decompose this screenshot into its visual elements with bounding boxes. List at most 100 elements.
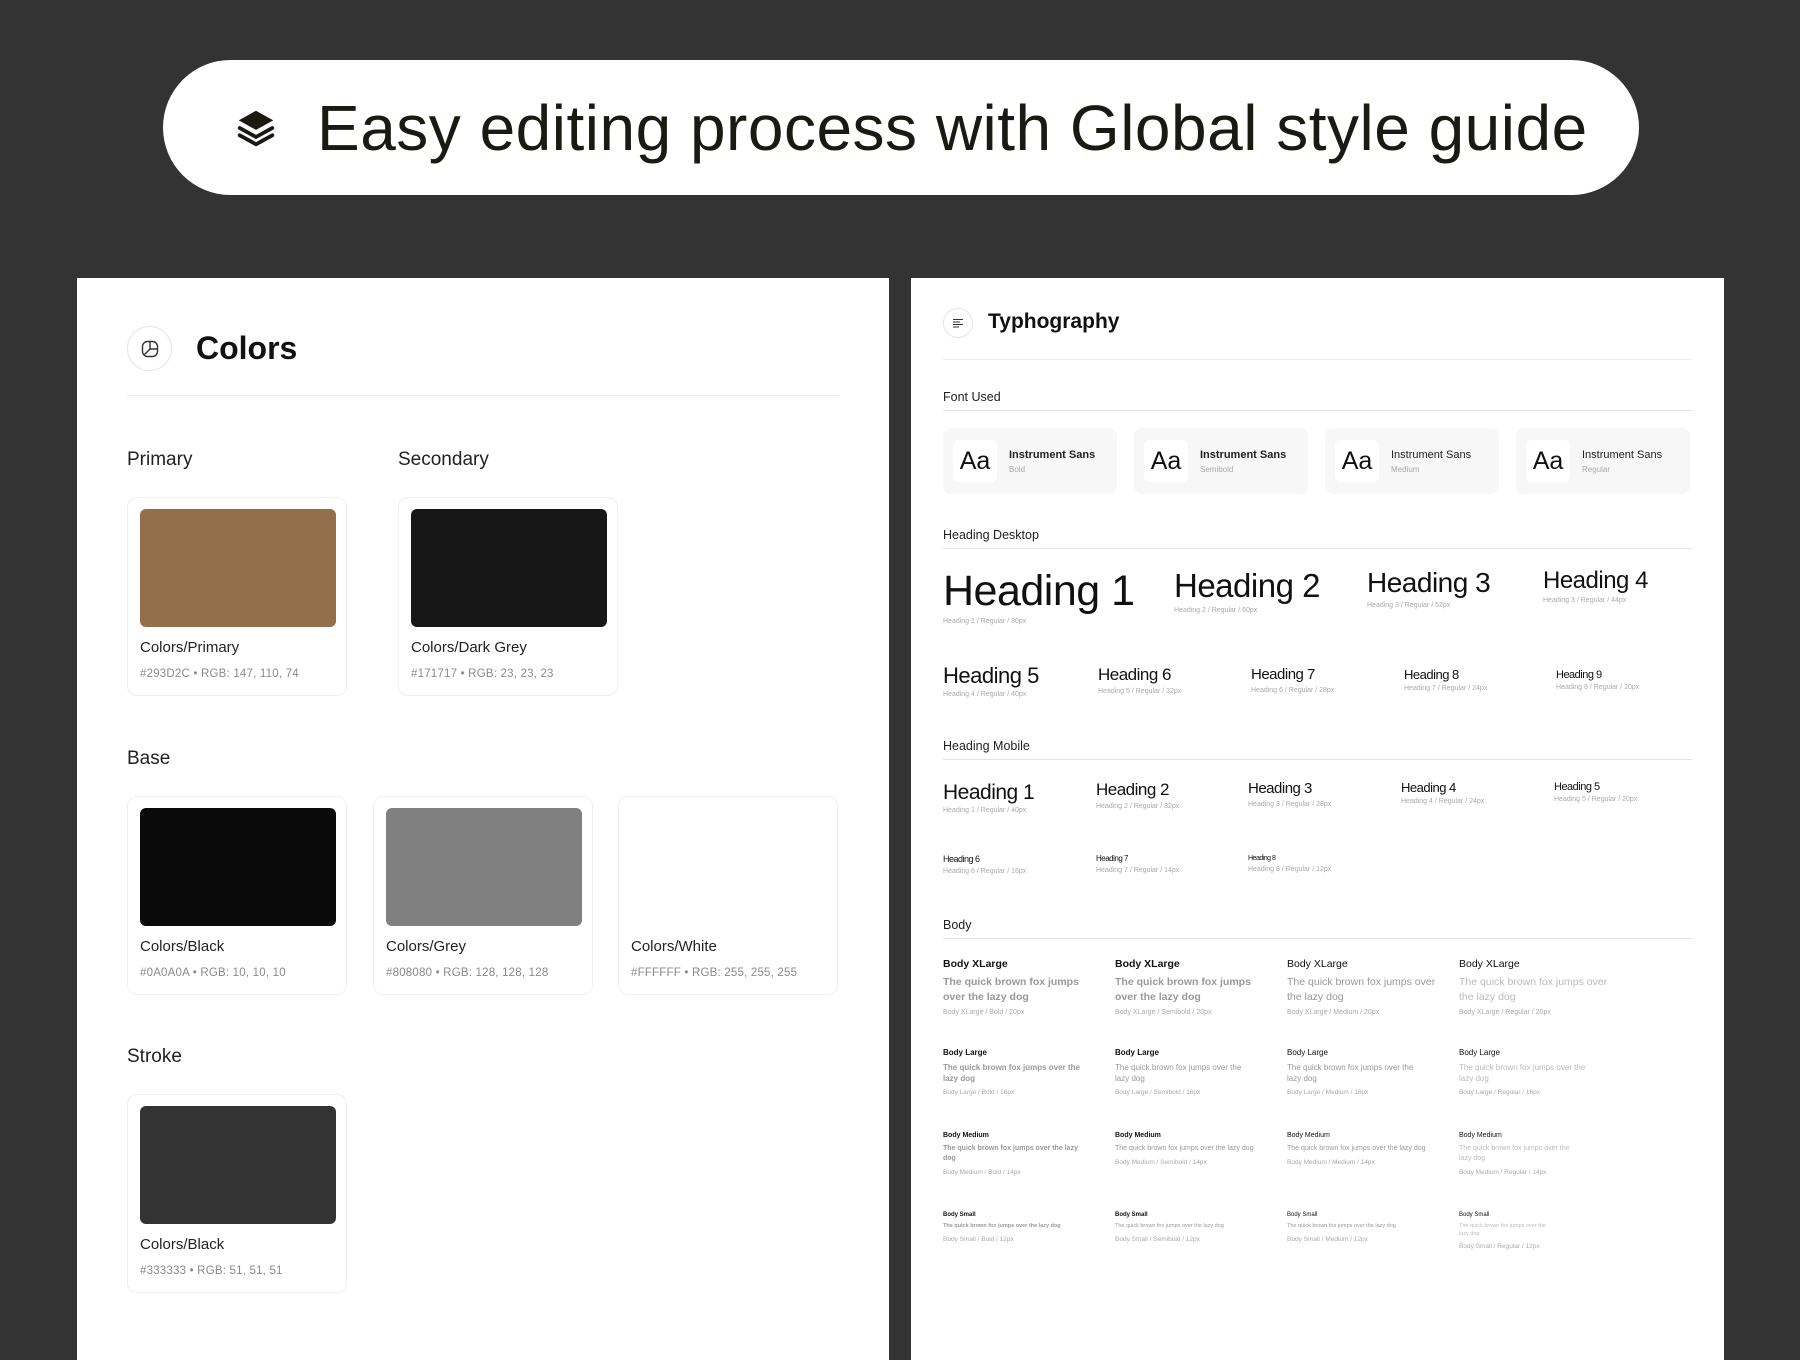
- body-sample: Body XLarge The quick brown fox jumps ov…: [1115, 958, 1265, 1016]
- swatch-card[interactable]: Colors/Primary #293D2C • RGB: 147, 110, …: [127, 497, 347, 696]
- body-title: Body XLarge: [1287, 958, 1348, 970]
- body-title: Body XLarge: [1459, 958, 1520, 970]
- heading-sample: Heading 5 Heading 4 / Regular / 40px: [943, 663, 1039, 699]
- colors-panel: Colors Primary Secondary Base Stroke Col…: [77, 278, 889, 1360]
- heading-sample: Heading 5 Heading 5 / Regular / 20px: [1554, 781, 1637, 803]
- body-text: The quick brown fox jumps over the lazy …: [1115, 1063, 1242, 1084]
- heading-sample: Heading 6 Heading 5 / Regular / 32px: [1098, 665, 1181, 694]
- heading-text: Heading 4: [1543, 567, 1648, 594]
- body-meta: Body Medium / Bold / 14px: [943, 1168, 1021, 1176]
- heading-text: Heading 7: [1251, 666, 1315, 683]
- heading-text: Heading 2: [1174, 567, 1320, 604]
- body-text: The quick brown fox jumps over the lazy …: [1287, 1145, 1426, 1152]
- heading-text: Heading 8: [1404, 667, 1459, 682]
- body-text: The quick brown fox jumps over the lazy …: [1459, 1223, 1546, 1237]
- swatch-card[interactable]: Colors/Grey #808080 • RGB: 128, 128, 128: [373, 796, 593, 995]
- body-title: Body XLarge: [943, 958, 1008, 970]
- font-used-label: Font Used: [943, 390, 1692, 411]
- font-name: Instrument Sans: [1200, 449, 1287, 461]
- heading-text: Heading 9: [1556, 669, 1602, 681]
- heading-sample: Heading 2 Heading 2 / Regular / 32px: [1096, 780, 1180, 810]
- typography-header: Typhography: [943, 308, 1692, 360]
- heading-sample: Heading 4 Heading 3 / Regular / 44px: [1543, 567, 1648, 604]
- body-title: Body XLarge: [1115, 958, 1180, 970]
- heading-meta: Heading 7 / Regular / 14px: [1096, 866, 1180, 874]
- text-align-icon: [943, 308, 973, 338]
- heading-meta: Heading 2 / Regular / 32px: [1096, 802, 1180, 810]
- swatch-name: Colors/White: [631, 938, 717, 955]
- swatch-name: Colors/Dark Grey: [411, 639, 527, 656]
- swatch-card[interactable]: Colors/White #FFFFFF • RGB: 255, 255, 25…: [618, 796, 838, 995]
- swatch-name: Colors/Primary: [140, 639, 240, 656]
- body-title: Body Small: [1459, 1212, 1490, 1218]
- body-sample: Body Small The quick brown fox jumps ove…: [1287, 1212, 1427, 1243]
- heading-meta: Heading 4 / Regular / 40px: [943, 691, 1027, 699]
- body-text: The quick brown fox jumps over the lazy …: [1459, 1145, 1570, 1162]
- banner: Easy editing process with Global style g…: [163, 60, 1639, 195]
- heading-meta: Heading 8 / Regular / 20px: [1556, 684, 1640, 692]
- heading-text: Heading 5: [943, 663, 1039, 688]
- body-meta: Body Large / Bold / 16px: [943, 1089, 1015, 1097]
- font-preview: Aa: [1526, 440, 1570, 482]
- heading-text: Heading 1: [943, 781, 1035, 804]
- font-name: Instrument Sans: [1009, 449, 1096, 461]
- body-meta: Body XLarge / Medium / 20px: [1287, 1009, 1380, 1017]
- body-title: Body Large: [1287, 1048, 1328, 1057]
- heading-text: Heading 3: [1248, 780, 1312, 797]
- swatch-card[interactable]: Colors/Dark Grey #171717 • RGB: 23, 23, …: [398, 497, 618, 696]
- body-meta: Body XLarge / Bold / 20px: [943, 1009, 1025, 1017]
- color-swatch: [140, 509, 336, 627]
- heading-sample: Heading 9 Heading 8 / Regular / 20px: [1556, 669, 1639, 691]
- colors-title: Colors: [196, 330, 298, 366]
- swatch-card[interactable]: Colors/Black #0A0A0A • RGB: 10, 10, 10: [127, 796, 347, 995]
- font-weight: Bold: [1009, 465, 1026, 474]
- swatch-meta: #171717 • RGB: 23, 23, 23: [411, 668, 554, 680]
- heading-sample: Heading 7 Heading 7 / Regular / 14px: [1096, 854, 1180, 874]
- body-title: Body Small: [1115, 1212, 1148, 1218]
- body-sample: Body Small The quick brown fox jumps ove…: [943, 1212, 1083, 1243]
- heading-mobile-label: Heading Mobile: [943, 739, 1692, 760]
- heading-meta: Heading 8 / Regular / 12px: [1248, 865, 1332, 873]
- font-preview: Aa: [1335, 440, 1379, 482]
- heading-meta: Heading 2 / Regular / 60px: [1174, 607, 1258, 615]
- body-sample: Body Large The quick brown fox jumps ove…: [1459, 1048, 1599, 1096]
- heading-meta: Heading 4 / Regular / 24px: [1401, 798, 1485, 806]
- heading-sample: Heading 1 Heading 1 / Regular / 80px: [943, 567, 1135, 626]
- font-card: Aa Instrument Sans Medium: [1325, 428, 1499, 494]
- swatch-meta: #0A0A0A • RGB: 10, 10, 10: [140, 967, 286, 979]
- body-text: The quick brown fox jumps over the lazy …: [1287, 1063, 1414, 1084]
- group-label-stroke: Stroke: [127, 1046, 182, 1067]
- body-meta: Body Medium / Regular / 14px: [1459, 1168, 1547, 1176]
- color-swatch: [140, 808, 336, 926]
- font-weight: Medium: [1391, 465, 1420, 474]
- body-title: Body Small: [1287, 1212, 1318, 1218]
- heading-sample: Heading 2 Heading 2 / Regular / 60px: [1174, 567, 1320, 615]
- heading-text: Heading 3: [1367, 567, 1491, 598]
- body-title: Body Large: [1459, 1048, 1500, 1057]
- body-text: The quick brown fox jumps over the lazy …: [1115, 1223, 1224, 1229]
- swatch-card[interactable]: Colors/Black #333333 • RGB: 51, 51, 51: [127, 1094, 347, 1293]
- body-meta: Body Small / Regular / 12px: [1459, 1243, 1540, 1251]
- heading-meta: Heading 1 / Regular / 80px: [943, 618, 1027, 626]
- swatch-name: Colors/Grey: [386, 938, 467, 955]
- heading-text: Heading 8: [1248, 855, 1276, 862]
- body-text: The quick brown fox jumps over the lazy …: [943, 1063, 1080, 1084]
- body-sample: Body XLarge The quick brown fox jumps ov…: [1287, 958, 1437, 1016]
- heading-meta: Heading 6 / Regular / 16px: [943, 867, 1027, 875]
- font-card: Aa Instrument Sans Regular: [1516, 428, 1690, 494]
- body-sample: Body Medium The quick brown fox jumps ov…: [943, 1132, 1083, 1176]
- heading-sample: Heading 6 Heading 6 / Regular / 16px: [943, 854, 1027, 875]
- body-title: Body Small: [943, 1212, 976, 1218]
- font-preview: Aa: [1144, 440, 1188, 482]
- body-sample: Body Medium The quick brown fox jumps ov…: [1459, 1132, 1579, 1176]
- swatch-meta: #333333 • RGB: 51, 51, 51: [140, 1265, 283, 1277]
- body-text: The quick brown fox jumps over the lazy …: [1115, 976, 1251, 1003]
- body-sample: Body Large The quick brown fox jumps ove…: [1287, 1048, 1427, 1096]
- body-sample: Body Medium The quick brown fox jumps ov…: [1115, 1132, 1255, 1166]
- colors-header: Colors: [127, 326, 839, 396]
- body-title: Body Medium: [1115, 1132, 1161, 1139]
- body-meta: Body Small / Bold / 12px: [943, 1235, 1014, 1243]
- color-swatch: [631, 808, 827, 926]
- color-swatch: [411, 509, 607, 627]
- heading-sample: Heading 1 Heading 1 / Regular / 40px: [943, 781, 1035, 814]
